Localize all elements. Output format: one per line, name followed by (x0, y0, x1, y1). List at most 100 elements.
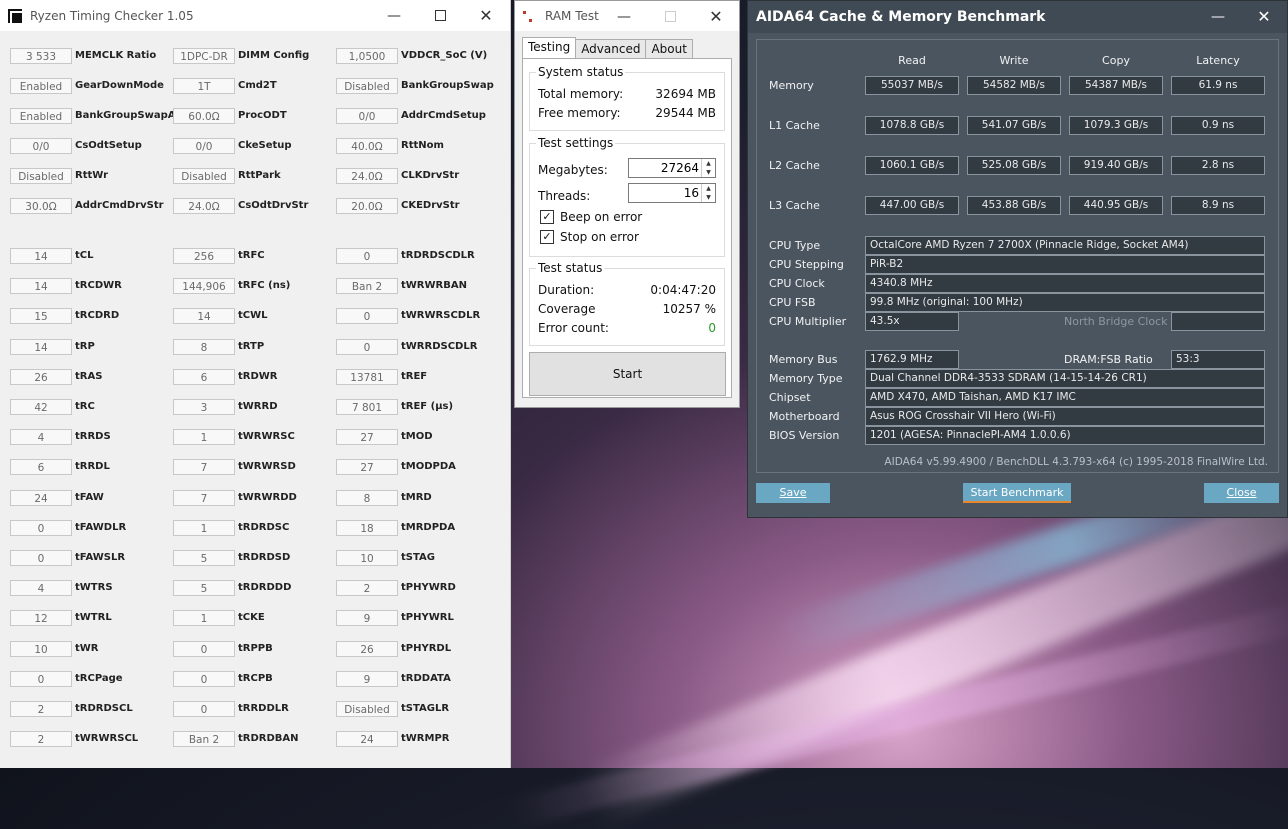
duration-label: Duration: (538, 283, 595, 297)
timing-label: tMRD (401, 491, 432, 503)
setting-value: 3 533 (10, 48, 72, 64)
timing-label: tSTAG (401, 552, 435, 563)
timing-value: 27 (336, 429, 398, 446)
spin-down-icon[interactable]: ▼ (701, 168, 715, 177)
timing-label: tMODPDA (401, 461, 456, 473)
bench-row-label: L3 Cache (769, 199, 820, 212)
maximize-button[interactable] (647, 1, 693, 32)
minimize-button[interactable]: — (1195, 1, 1241, 32)
aida-credit: AIDA64 v5.99.4900 / BenchDLL 4.3.793-x64… (884, 456, 1268, 468)
start-benchmark-button[interactable]: Start Benchmark (963, 483, 1071, 503)
info-value: 99.8 MHz (original: 100 MHz) (865, 293, 1265, 312)
total-memory-label: Total memory: (538, 87, 624, 101)
close-dialog-button[interactable]: Close (1204, 483, 1279, 503)
spin-down-icon[interactable]: ▼ (701, 193, 715, 202)
spin-up-icon[interactable]: ▲ (701, 159, 715, 168)
timing-value: 6 (10, 459, 72, 476)
stop-on-error-checkbox[interactable]: ✓ Stop on error (540, 230, 639, 244)
setting-value: Disabled (173, 168, 235, 184)
close-button[interactable]: ✕ (463, 0, 509, 31)
beep-on-error-checkbox[interactable]: ✓ Beep on error (540, 210, 642, 224)
timing-label: tRTP (238, 340, 265, 352)
ramtest-app-icon (523, 9, 537, 23)
timing-label: tFAWSLR (75, 552, 126, 563)
info-label: CPU Clock (769, 277, 825, 290)
info-value: 1201 (AGESA: PinnaclePI-AM4 1.0.0.6) (865, 426, 1265, 445)
aida-results-panel: Read Write Copy Latency Memory 55037 MB/s 5458… (756, 39, 1279, 473)
setting-label: CsOdtDrvStr (238, 200, 309, 211)
timing-value: 9 (336, 670, 398, 687)
minimize-button[interactable]: — (601, 1, 647, 32)
group-title: System status (536, 65, 626, 79)
wallpaper-streak (508, 601, 1288, 829)
dram-ratio-label: DRAM:FSB Ratio (1064, 353, 1153, 366)
test-status-group: Test status Duration: 0:04:47:20 Coverag… (529, 261, 725, 346)
threads-value: 16 (683, 186, 699, 200)
timing-value: Disabled (336, 701, 398, 717)
timing-label: tWRRD (238, 401, 278, 412)
rtc-titlebar[interactable]: Ryzen Timing Checker 1.05 — ✕ (0, 0, 510, 31)
start-button[interactable]: Start (529, 352, 726, 396)
beep-on-error-label: Beep on error (560, 210, 643, 224)
timing-value: 1 (173, 429, 235, 446)
timing-value: 0 (336, 248, 398, 264)
maximize-icon (664, 11, 676, 22)
setting-value: 1DPC-DR (173, 48, 235, 64)
timing-label: tCL (75, 250, 94, 261)
threads-input[interactable]: 16 ▲ ▼ (628, 183, 716, 203)
aida64-window: AIDA64 Cache & Memory Benchmark — ✕ Read… (747, 0, 1288, 518)
save-button[interactable]: Save (756, 483, 830, 503)
bench-value: 54387 MB/s (1069, 76, 1163, 95)
timing-label: tPHYWRD (401, 582, 456, 594)
close-button[interactable]: ✕ (693, 1, 739, 32)
megabytes-input[interactable]: 27264 ▲ ▼ (628, 158, 716, 178)
timing-label: tRDRDSCL (75, 703, 133, 714)
close-button[interactable]: ✕ (1241, 1, 1287, 32)
bench-value: 447.00 GB/s (865, 196, 959, 215)
column-header: Read (898, 54, 926, 67)
setting-value: 60.0Ω (173, 108, 235, 124)
column-header: Write (999, 54, 1029, 67)
info-label: Motherboard (769, 410, 840, 423)
maximize-button[interactable] (417, 0, 463, 31)
test-settings-group: Test settings Megabytes: 27264 ▲ ▼ Threa… (529, 136, 725, 257)
info-value: Asus ROG Crosshair VII Hero (Wi-Fi) (865, 407, 1265, 426)
setting-label: CkeSetup (238, 140, 292, 151)
free-memory-label: Free memory: (538, 106, 621, 120)
stop-on-error-label: Stop on error (560, 230, 639, 244)
setting-value: 24.0Ω (336, 168, 398, 184)
info-value: OctalCore AMD Ryzen 7 2700X (Pinnacle Ri… (865, 236, 1265, 255)
timing-value: 0 (173, 670, 235, 687)
info-label: CPU Stepping (769, 258, 844, 271)
spin-up-icon[interactable]: ▲ (701, 184, 715, 193)
rtc-title: Ryzen Timing Checker 1.05 (30, 8, 194, 23)
nb-clock-value (1171, 312, 1265, 331)
bench-value: 440.95 GB/s (1069, 196, 1163, 215)
ramtest-titlebar[interactable]: RAM Test — ✕ (515, 1, 739, 31)
bench-value: 919.40 GB/s (1069, 156, 1163, 175)
timing-value: 0 (173, 701, 235, 717)
setting-label: Cmd2T (238, 80, 277, 91)
timing-value: 24 (10, 489, 72, 506)
setting-label: AddrCmdSetup (401, 110, 486, 121)
setting-label: BankGroupSwap (401, 80, 494, 91)
timing-label: tFAW (75, 491, 104, 503)
column-header: Copy (1102, 54, 1130, 67)
setting-label: VDDCR_SoC (V) (401, 50, 488, 61)
timing-label: tRCDRD (75, 310, 120, 322)
bench-value: 541.07 GB/s (967, 116, 1061, 135)
timing-value: 1 (173, 610, 235, 627)
timing-label: tCKE (238, 612, 265, 624)
coverage-value: 10257 % (662, 302, 716, 316)
info-value: 4340.8 MHz (865, 274, 1265, 293)
timing-label: tREF (401, 370, 428, 382)
setting-value: 0/0 (10, 138, 72, 154)
minimize-button[interactable]: — (371, 0, 417, 31)
timing-value: 3 (173, 399, 235, 415)
info-label: BIOS Version (769, 429, 840, 442)
timing-label: tPHYRDL (401, 642, 452, 654)
threads-label: Threads: (538, 189, 591, 203)
close-icon: ✕ (479, 6, 493, 25)
aida-titlebar[interactable]: AIDA64 Cache & Memory Benchmark — ✕ (748, 1, 1287, 33)
timing-value: 2 (10, 701, 72, 717)
